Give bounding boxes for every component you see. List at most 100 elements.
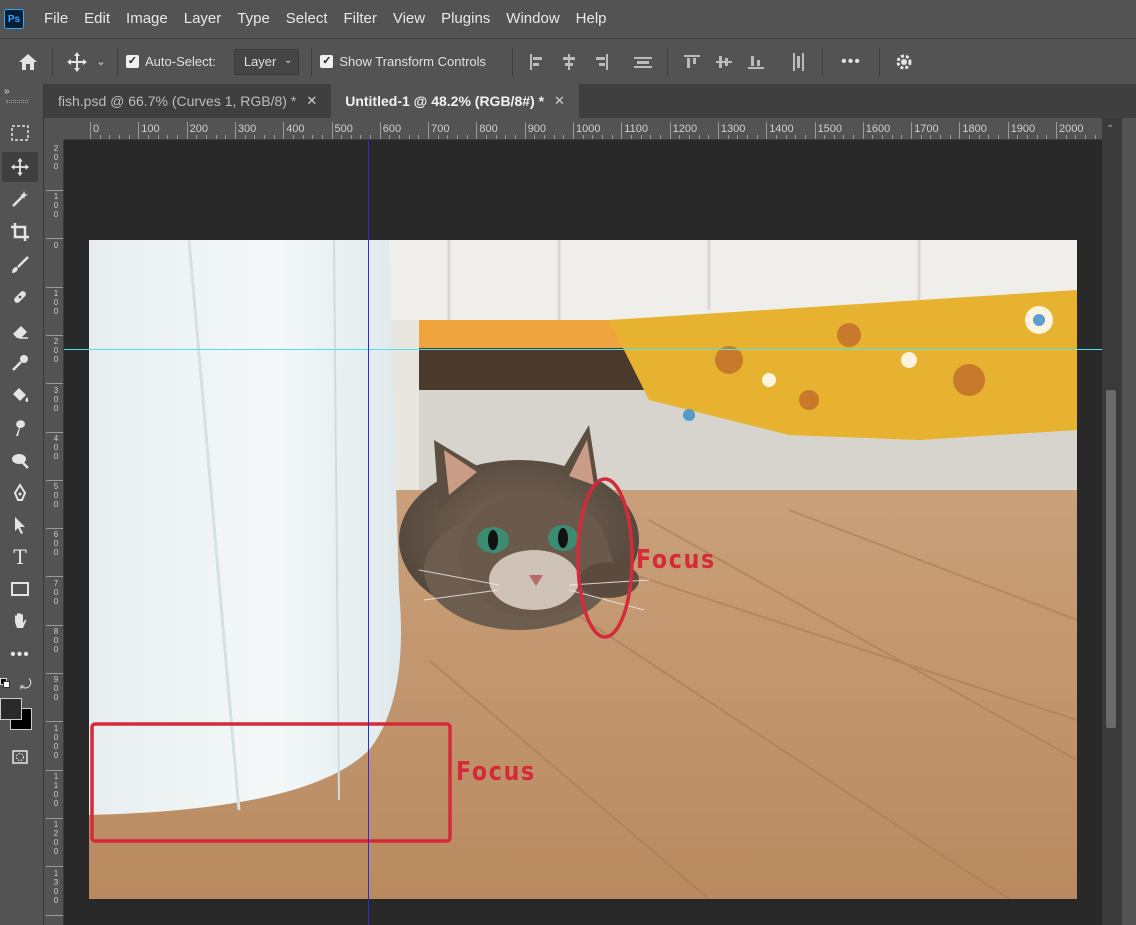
ruler-tick bbox=[46, 817, 63, 819]
checkmark-icon: ✓ bbox=[320, 55, 334, 68]
ruler-tick bbox=[717, 122, 719, 139]
type-tool-icon[interactable]: T bbox=[2, 542, 38, 572]
ruler-tick bbox=[621, 122, 623, 139]
photoshop-logo: Ps bbox=[4, 9, 24, 29]
horizontal-guide[interactable] bbox=[64, 349, 1102, 350]
close-icon[interactable]: ✕ bbox=[554, 93, 565, 109]
quick-mask-icon[interactable] bbox=[2, 742, 38, 772]
tab-label: fish.psd @ 66.7% (Curves 1, RGB/8) * bbox=[58, 93, 297, 109]
ruler-tick bbox=[46, 286, 63, 288]
vertical-ruler[interactable]: 2 0 0 1 0 0 0 1 0 0 2 0 0 3 0 0 4 0 0 5 0 0 6 0 … bbox=[44, 140, 64, 925]
paint-bucket-icon[interactable] bbox=[2, 380, 38, 410]
ruler-tick bbox=[46, 624, 63, 626]
chevron-down-icon[interactable]: ⌄ bbox=[93, 46, 109, 78]
align-middle-icon[interactable] bbox=[708, 46, 740, 78]
auto-select-value: Layer bbox=[243, 53, 277, 69]
scrollbar-thumb[interactable] bbox=[1106, 390, 1116, 728]
close-icon[interactable]: ✕ bbox=[306, 93, 317, 109]
menu-edit[interactable]: Edit bbox=[76, 0, 118, 38]
distribute-vertical-icon[interactable] bbox=[782, 46, 814, 78]
magic-wand-icon[interactable] bbox=[2, 184, 38, 214]
menu-type[interactable]: Type bbox=[229, 0, 278, 38]
gear-icon[interactable] bbox=[888, 46, 920, 78]
ruler-tick bbox=[331, 122, 333, 139]
ruler-tick bbox=[862, 122, 864, 139]
horizontal-ruler[interactable]: 0 100 200 300 400 500 600 700 800 900 1000 1100 1200… bbox=[64, 118, 1102, 140]
menu-image[interactable]: Image bbox=[118, 0, 176, 38]
tab-fish-psd[interactable]: fish.psd @ 66.7% (Curves 1, RGB/8) * ✕ bbox=[44, 84, 331, 118]
rectangle-tool-icon[interactable] bbox=[2, 574, 38, 604]
foreground-color-swatch[interactable] bbox=[0, 698, 22, 720]
default-colors-icon[interactable] bbox=[0, 678, 10, 688]
vertical-guide[interactable] bbox=[368, 140, 369, 925]
ruler-tick bbox=[1056, 122, 1057, 139]
menu-plugins[interactable]: Plugins bbox=[433, 0, 498, 38]
menu-layer[interactable]: Layer bbox=[176, 0, 230, 38]
hand-tool-icon[interactable] bbox=[2, 606, 38, 636]
separator bbox=[117, 47, 118, 76]
ruler-origin[interactable] bbox=[44, 118, 64, 140]
ruler-label: 1 1 0 0 bbox=[53, 771, 59, 808]
options-bar: ⌄ ✓ Auto-Select: Layer ⌄ ✓ Show Transfor… bbox=[0, 38, 1136, 84]
ruler-tick bbox=[814, 122, 816, 139]
auto-select-checkbox[interactable]: ✓ Auto-Select: bbox=[126, 54, 216, 69]
dodge-tool-icon[interactable] bbox=[2, 445, 38, 475]
scroll-up-icon[interactable]: ⌃ bbox=[1106, 124, 1114, 135]
align-right-icon[interactable] bbox=[585, 46, 617, 78]
ruler-tick bbox=[959, 122, 961, 139]
menu-help[interactable]: Help bbox=[568, 0, 615, 38]
separator bbox=[879, 47, 881, 76]
home-icon[interactable] bbox=[12, 46, 44, 78]
distribute-horizontal-icon[interactable] bbox=[627, 46, 659, 78]
more-tools-icon[interactable]: ••• bbox=[2, 640, 38, 670]
menu-bar: Ps File Edit Image Layer Type Select Fil… bbox=[0, 0, 1136, 38]
crop-tool-icon[interactable] bbox=[2, 217, 38, 247]
ruler-label: 200 bbox=[189, 123, 208, 135]
tools-panel: » T ••• ⤾ bbox=[0, 84, 44, 925]
healing-brush-icon[interactable] bbox=[2, 282, 38, 312]
show-transform-label: Show Transform Controls bbox=[339, 54, 487, 69]
ruler-tick bbox=[476, 122, 478, 139]
document-image[interactable]: Focus Focus bbox=[89, 240, 1077, 899]
vertical-scrollbar[interactable]: ⌃ bbox=[1102, 118, 1122, 925]
ruler-tick bbox=[46, 238, 63, 240]
expand-panel-icon[interactable]: » bbox=[4, 86, 10, 97]
canvas-area[interactable]: Focus Focus bbox=[64, 140, 1102, 925]
ruler-label: 7 0 0 bbox=[53, 578, 59, 606]
path-selection-icon[interactable] bbox=[2, 510, 38, 540]
move-tool-icon[interactable] bbox=[61, 46, 93, 78]
ruler-tick bbox=[524, 122, 526, 139]
ruler-tick bbox=[46, 673, 63, 674]
pen-tool-icon[interactable] bbox=[2, 478, 38, 508]
ruler-label: 1 0 0 0 bbox=[53, 723, 59, 760]
show-transform-checkbox[interactable]: ✓ Show Transform Controls bbox=[320, 54, 486, 69]
ruler-tick bbox=[1007, 122, 1009, 139]
more-options-icon[interactable]: ••• bbox=[831, 46, 871, 78]
menu-window[interactable]: Window bbox=[498, 0, 567, 38]
ruler-tick bbox=[46, 576, 63, 578]
tab-untitled-1[interactable]: Untitled-1 @ 48.2% (RGB/8#) * ✕ bbox=[331, 84, 579, 118]
auto-select-dropdown[interactable]: Layer ⌄ bbox=[233, 48, 300, 75]
align-bottom-icon[interactable] bbox=[740, 46, 772, 78]
auto-select-label: Auto-Select: bbox=[145, 54, 216, 69]
menu-view[interactable]: View bbox=[385, 0, 433, 38]
menu-filter[interactable]: Filter bbox=[336, 0, 385, 38]
align-left-icon[interactable] bbox=[521, 46, 553, 78]
smudge-tool-icon[interactable] bbox=[2, 413, 38, 443]
align-top-icon[interactable] bbox=[676, 46, 708, 78]
eraser-tool-icon[interactable] bbox=[2, 315, 38, 345]
ruler-label: 1500 bbox=[817, 123, 842, 135]
swap-colors-icon[interactable]: ⤾ bbox=[20, 676, 32, 693]
menu-file[interactable]: File bbox=[36, 0, 76, 38]
panel-grip[interactable] bbox=[6, 100, 28, 103]
brush-tool-icon[interactable] bbox=[2, 250, 38, 280]
marquee-tool-icon[interactable] bbox=[2, 118, 38, 148]
ruler-tick bbox=[46, 334, 63, 336]
align-center-icon[interactable] bbox=[553, 46, 585, 78]
ruler-tick bbox=[138, 122, 140, 139]
ruler-label: 1300 bbox=[720, 123, 746, 135]
move-tool-icon[interactable] bbox=[2, 152, 38, 182]
menu-select[interactable]: Select bbox=[278, 0, 336, 38]
ruler-tick bbox=[283, 122, 285, 139]
eyedropper-icon[interactable] bbox=[2, 348, 38, 378]
